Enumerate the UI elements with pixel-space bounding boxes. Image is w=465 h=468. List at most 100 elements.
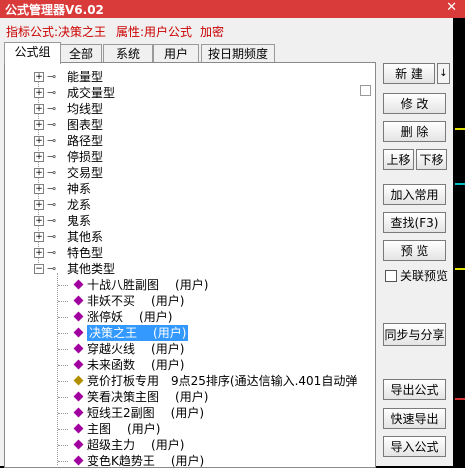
tree-group-row[interactable]: + ⊸ 成交量型 bbox=[5, 85, 375, 101]
formula-name: 短线王2副图 bbox=[87, 406, 155, 420]
tree-group-row[interactable]: + ⊸ 鬼系 bbox=[5, 213, 375, 229]
find-button[interactable]: 查找(F3) bbox=[383, 212, 446, 233]
formula-gem-icon bbox=[73, 423, 84, 434]
new-dropdown-arrow-icon[interactable]: ↓ bbox=[437, 63, 450, 84]
tab-all[interactable]: 全部 bbox=[60, 44, 102, 63]
tree-group-label: 交易型 bbox=[67, 166, 104, 180]
formula-tag: (用户) bbox=[151, 294, 185, 308]
formula-tag: 9点25排序(通达信输入.401自动弹 bbox=[171, 374, 358, 388]
tree-group-row[interactable]: − ⊸ 其他类型 bbox=[5, 261, 375, 277]
expand-icon[interactable]: + bbox=[34, 216, 44, 226]
tree-formula-row[interactable]: 超级主力 (用户) bbox=[5, 437, 375, 453]
tree-group-row[interactable]: + ⊸ 路径型 bbox=[5, 133, 375, 149]
tree-formula-row[interactable]: 非妖不买 (用户) bbox=[5, 293, 375, 309]
preview-button[interactable]: 预 览 bbox=[383, 240, 446, 261]
expand-icon[interactable]: + bbox=[34, 184, 44, 194]
tree-group-label: 其他系 bbox=[67, 230, 104, 244]
expand-icon[interactable]: + bbox=[34, 200, 44, 210]
tree-formula-row[interactable]: 未来函数 (用户) bbox=[5, 357, 375, 373]
formula-gem-icon bbox=[73, 279, 84, 290]
tab-system[interactable]: 系统 bbox=[103, 44, 153, 63]
tree-group-row[interactable]: + ⊸ 龙系 bbox=[5, 197, 375, 213]
tree-formula-row[interactable]: 主图 (用户) bbox=[5, 421, 375, 437]
expand-icon[interactable]: + bbox=[34, 104, 44, 114]
move-up-button[interactable]: 上移 bbox=[383, 149, 414, 170]
tree-group-row[interactable]: + ⊸ 特色型 bbox=[5, 245, 375, 261]
expand-icon[interactable]: + bbox=[34, 120, 44, 130]
expand-icon[interactable]: + bbox=[34, 168, 44, 178]
tree-group-label: 龙系 bbox=[67, 198, 92, 212]
tree-group-row[interactable]: + ⊸ 均线型 bbox=[5, 101, 375, 117]
expand-icon[interactable]: + bbox=[34, 152, 44, 162]
tree-formula-row[interactable]: 短线王2副图 (用户) bbox=[5, 405, 375, 421]
formula-tag: (用户) bbox=[153, 326, 187, 340]
tree-formula-row[interactable]: 十战八胜副图 (用户) bbox=[5, 277, 375, 293]
tree-branch-line bbox=[58, 429, 68, 430]
tree-branch-line bbox=[58, 349, 68, 350]
formula-label: 穿越火线 (用户) bbox=[87, 341, 184, 357]
expand-icon[interactable]: + bbox=[34, 88, 44, 98]
key-icon: ⊸ bbox=[47, 262, 57, 275]
tree-group-label: 停损型 bbox=[67, 150, 104, 164]
formula-tree[interactable]: + ⊸ 能量型 + ⊸ 成交量型 + ⊸ 均线型 + ⊸ 图表型 + ⊸ 路径型 + ⊸ 停损型 + ⊸ 交易型 + ⊸ 神系… bbox=[4, 62, 376, 468]
formula-label: 涨停妖 (用户) bbox=[87, 309, 172, 325]
tree-formula-row[interactable]: 决策之王 (用户) bbox=[5, 325, 375, 341]
formula-label: 短线王2副图 (用户) bbox=[87, 405, 204, 421]
formula-manager-window: 公式管理器V6.02 ✕ 指标公式:决策之王 属性:用户公式 加密 公式组 全部… bbox=[0, 0, 465, 468]
formula-name: 决策之王 bbox=[89, 326, 138, 340]
expand-icon[interactable]: + bbox=[34, 136, 44, 146]
tree-formula-row[interactable]: 涨停妖 (用户) bbox=[5, 309, 375, 325]
expand-icon[interactable]: + bbox=[34, 232, 44, 242]
tree-branch-line bbox=[58, 445, 68, 446]
tab-user[interactable]: 用户 bbox=[153, 44, 199, 63]
tree-group-row[interactable]: + ⊸ 其他系 bbox=[5, 229, 375, 245]
assoc-preview-checkbox[interactable] bbox=[385, 270, 397, 282]
sync-share-button[interactable]: 同步与分享 bbox=[383, 323, 446, 346]
expand-icon[interactable]: + bbox=[34, 248, 44, 258]
tree-group-row[interactable]: + ⊸ 图表型 bbox=[5, 117, 375, 133]
tree-group-label: 图表型 bbox=[67, 118, 104, 132]
formula-label: 笑看决策主图 (用户) bbox=[87, 389, 208, 405]
tree-formula-row[interactable]: 穿越火线 (用户) bbox=[5, 341, 375, 357]
close-icon[interactable]: ✕ bbox=[446, 0, 457, 15]
tree-branch-line bbox=[58, 413, 68, 414]
chart-line-yellow-2 bbox=[455, 268, 465, 270]
formula-gem-icon bbox=[73, 343, 84, 354]
key-icon: ⊸ bbox=[47, 70, 57, 83]
move-down-button[interactable]: 下移 bbox=[416, 149, 447, 170]
formula-tag: (用户) bbox=[151, 438, 185, 452]
key-icon: ⊸ bbox=[47, 102, 57, 115]
selected-formula-label: 决策之王 (用户) bbox=[87, 325, 189, 341]
formula-gem-icon bbox=[73, 327, 84, 338]
expand-icon[interactable]: + bbox=[34, 72, 44, 82]
tree-group-row[interactable]: + ⊸ 停损型 bbox=[5, 149, 375, 165]
tree-formula-row[interactable]: 竞价打板专用 9点25排序(通达信输入.401自动弹 bbox=[5, 373, 375, 389]
formula-label: 超级主力 (用户) bbox=[87, 437, 184, 453]
collapse-icon[interactable]: − bbox=[34, 264, 44, 274]
formula-tag: (用户) bbox=[175, 278, 209, 292]
formula-gem-icon bbox=[73, 439, 84, 450]
key-icon: ⊸ bbox=[47, 166, 57, 179]
tree-group-row[interactable]: + ⊸ 交易型 bbox=[5, 165, 375, 181]
edit-button[interactable]: 修 改 bbox=[383, 93, 446, 114]
window-title: 公式管理器V6.02 bbox=[5, 3, 104, 17]
background-chart-strip bbox=[453, 18, 465, 466]
tree-group-row[interactable]: + ⊸ 能量型 bbox=[5, 69, 375, 85]
tree-formula-row[interactable]: 笑看决策主图 (用户) bbox=[5, 389, 375, 405]
formula-label: 竞价打板专用 9点25排序(通达信输入.401自动弹 bbox=[87, 373, 357, 389]
export-button[interactable]: 导出公式 bbox=[383, 379, 446, 400]
chart-line-red bbox=[455, 398, 465, 400]
tree-branch-line bbox=[58, 285, 68, 286]
title-bar[interactable]: 公式管理器V6.02 ✕ bbox=[0, 0, 465, 18]
formula-name: 笑看决策主图 bbox=[87, 390, 160, 404]
delete-button[interactable]: 删 除 bbox=[383, 121, 446, 142]
tab-formula-group[interactable]: 公式组 bbox=[4, 42, 61, 64]
formula-name: 十战八胜副图 bbox=[87, 278, 160, 292]
new-button[interactable]: 新 建 bbox=[383, 63, 435, 84]
quick-export-button[interactable]: 快速导出 bbox=[383, 408, 446, 429]
tree-group-row[interactable]: + ⊸ 神系 bbox=[5, 181, 375, 197]
tab-by-date-freq[interactable]: 按日期频度 bbox=[201, 44, 275, 63]
tree-branch-line bbox=[58, 301, 68, 302]
import-button[interactable]: 导入公式 bbox=[383, 436, 446, 457]
add-common-button[interactable]: 加入常用 bbox=[383, 184, 446, 205]
